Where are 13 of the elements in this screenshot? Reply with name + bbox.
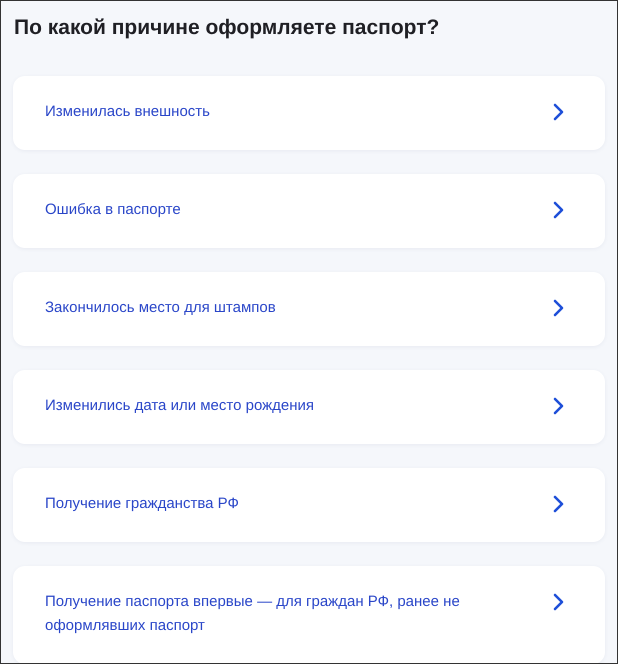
option-card[interactable]: Закончилось место для штампов <box>13 272 605 346</box>
option-card[interactable]: Изменились дата или место рождения <box>13 370 605 444</box>
chevron-right-icon <box>553 397 565 415</box>
option-card[interactable]: Получение гражданства РФ <box>13 468 605 542</box>
chevron-right-icon <box>553 593 565 611</box>
option-card[interactable]: Ошибка в паспорте <box>13 174 605 248</box>
page-title: По какой причине оформляете паспорт? <box>14 15 440 41</box>
chevron-right-icon <box>553 103 565 121</box>
chevron-right-icon <box>553 201 565 219</box>
chevron-right-icon <box>553 495 565 513</box>
chevron-right-icon <box>553 299 565 317</box>
option-card[interactable]: Получение паспорта впервые — для граждан РФ, ранее не оформлявших паспорт <box>13 566 605 663</box>
option-card[interactable]: Изменилась внешность <box>13 76 605 150</box>
